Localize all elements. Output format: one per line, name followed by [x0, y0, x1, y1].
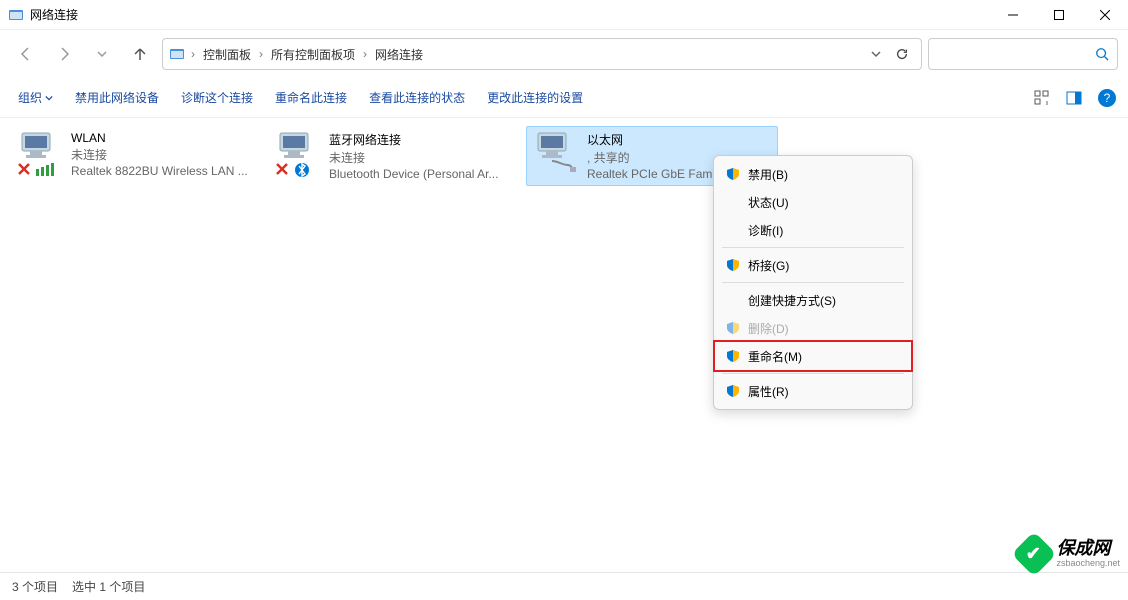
network-adapter-icon	[274, 131, 320, 167]
window-icon	[8, 7, 24, 23]
adapter-name: 蓝牙网络连接	[329, 131, 515, 148]
content-area: WLAN 未连接 Realtek 8822BU Wireless LAN ...…	[0, 118, 1128, 572]
context-menu: 禁用(B) 状态(U) 诊断(I) 桥接(G) 创建快捷方式(S) 删除(D) …	[713, 155, 913, 410]
chevron-right-icon: ›	[257, 47, 265, 61]
selected-count: 选中 1 个项目	[72, 578, 145, 595]
adapter-device: Realtek 8822BU Wireless LAN ...	[71, 164, 257, 178]
chevron-down-icon	[45, 94, 53, 102]
shield-icon	[726, 258, 740, 272]
ctx-shortcut[interactable]: 创建快捷方式(S)	[714, 286, 912, 314]
adapter-device: Bluetooth Device (Personal Ar...	[329, 167, 515, 181]
address-icon	[169, 46, 185, 62]
view-options-icon[interactable]	[1034, 90, 1050, 106]
watermark-url: zsbaocheng.net	[1056, 559, 1120, 569]
chevron-down-icon[interactable]	[871, 49, 881, 59]
ctx-disable[interactable]: 禁用(B)	[714, 160, 912, 188]
adapter-item-wlan[interactable]: WLAN 未连接 Realtek 8822BU Wireless LAN ...	[10, 126, 262, 186]
change-settings-button[interactable]: 更改此连接的设置	[481, 85, 589, 110]
help-icon[interactable]: ?	[1098, 89, 1116, 107]
breadcrumb-leaf[interactable]: 网络连接	[373, 45, 425, 64]
maximize-button[interactable]	[1036, 0, 1082, 30]
watermark: ✔ 保成网 zsbaocheng.net	[1018, 538, 1120, 570]
adapter-name: WLAN	[71, 131, 257, 145]
forward-button[interactable]	[48, 38, 80, 70]
ctx-diagnose[interactable]: 诊断(I)	[714, 216, 912, 244]
rename-connection-button[interactable]: 重命名此连接	[269, 85, 353, 110]
diagnose-connection-button[interactable]: 诊断这个连接	[175, 85, 259, 110]
disconnected-bluetooth-badge-icon	[274, 163, 320, 177]
breadcrumb-mid[interactable]: 所有控制面板项	[269, 45, 357, 64]
title-bar: 网络连接	[0, 0, 1128, 30]
menu-separator	[722, 373, 904, 374]
preview-pane-icon[interactable]	[1066, 90, 1082, 106]
ctx-rename[interactable]: 重命名(M)	[714, 342, 912, 370]
chevron-right-icon: ›	[189, 47, 197, 61]
ctx-bridge[interactable]: 桥接(G)	[714, 251, 912, 279]
item-count: 3 个项目	[12, 578, 58, 595]
disable-device-button[interactable]: 禁用此网络设备	[69, 85, 165, 110]
close-button[interactable]	[1082, 0, 1128, 30]
minimize-button[interactable]	[990, 0, 1036, 30]
ctx-properties[interactable]: 属性(R)	[714, 377, 912, 405]
menu-separator	[722, 282, 904, 283]
watermark-badge-icon: ✔	[1012, 531, 1057, 576]
ctx-status[interactable]: 状态(U)	[714, 188, 912, 216]
ctx-delete: 删除(D)	[714, 314, 912, 342]
chevron-right-icon: ›	[361, 47, 369, 61]
up-button[interactable]	[124, 38, 156, 70]
breadcrumb-root[interactable]: 控制面板	[201, 45, 253, 64]
adapter-name: 以太网	[587, 131, 773, 148]
organize-menu[interactable]: 组织	[12, 85, 59, 110]
status-bar: 3 个项目 选中 1 个项目	[0, 572, 1128, 600]
view-status-button[interactable]: 查看此连接的状态	[363, 85, 471, 110]
search-icon	[1095, 47, 1109, 61]
shield-icon	[726, 167, 740, 181]
address-bar[interactable]: › 控制面板 › 所有控制面板项 › 网络连接	[162, 38, 922, 70]
network-adapter-icon	[532, 131, 578, 175]
adapter-status: 未连接	[329, 148, 515, 167]
menu-separator	[722, 247, 904, 248]
nav-bar: › 控制面板 › 所有控制面板项 › 网络连接	[0, 30, 1128, 78]
watermark-name: 保成网	[1056, 539, 1120, 559]
window-title: 网络连接	[30, 6, 990, 23]
network-adapter-icon	[16, 131, 62, 167]
back-button[interactable]	[10, 38, 42, 70]
refresh-icon[interactable]	[895, 47, 909, 61]
shield-icon	[726, 384, 740, 398]
adapter-item-bluetooth[interactable]: 蓝牙网络连接 未连接 Bluetooth Device (Personal Ar…	[268, 126, 520, 186]
command-bar: 组织 禁用此网络设备 诊断这个连接 重命名此连接 查看此连接的状态 更改此连接的…	[0, 78, 1128, 118]
shield-icon	[726, 349, 740, 363]
shield-icon	[726, 321, 740, 335]
recent-button[interactable]	[86, 38, 118, 70]
search-input[interactable]	[928, 38, 1118, 70]
disconnected-badge-icon	[16, 163, 62, 177]
adapter-status: 未连接	[71, 145, 257, 164]
